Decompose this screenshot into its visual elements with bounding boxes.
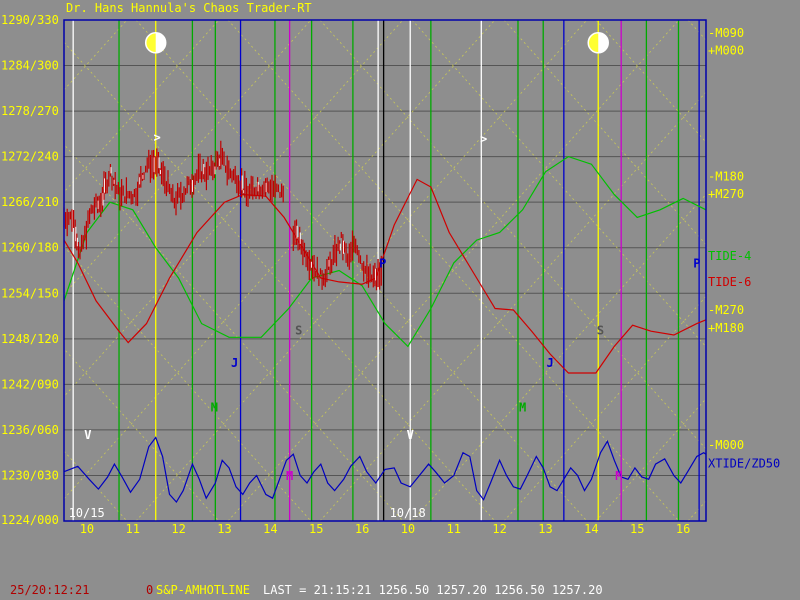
- x-tick-label: 16: [676, 522, 690, 536]
- event-marker: P: [693, 256, 700, 270]
- x-tick-label: 15: [309, 522, 323, 536]
- lattice-line: [780, 20, 800, 521]
- y-tick-label: 1260/180: [1, 241, 59, 255]
- right-label: -M090: [708, 26, 744, 40]
- lattice-line: [780, 20, 800, 521]
- x-tick-label: 15: [630, 522, 644, 536]
- right-label: +M270: [708, 187, 744, 201]
- event-marker: M: [211, 401, 218, 415]
- lattice-line: [0, 20, 35, 521]
- date-label: 10/18: [390, 506, 426, 520]
- right-label: -M270: [708, 303, 744, 317]
- x-tick-label: 14: [584, 522, 598, 536]
- event-marker: S: [597, 323, 604, 337]
- right-label: XTIDE/ZD50: [708, 456, 780, 470]
- right-label: -M180: [708, 169, 744, 183]
- event-marker: P: [379, 256, 386, 270]
- status-symbol: S&P-AMHOTLINE: [156, 583, 250, 597]
- event-marker: M: [286, 469, 293, 483]
- status-time: 25/20:12:21: [10, 583, 90, 597]
- y-tick-label: 1224/000: [1, 513, 59, 527]
- status-last-quote: LAST = 21:15:21 1256.50 1257.20 1256.50 …: [263, 583, 603, 597]
- status-zero: 0: [146, 583, 154, 597]
- plot-background: [64, 20, 706, 521]
- right-labels: -M090 +M000 -M180 +M270 TIDE-4 TIDE-6 -M270 +M1…: [708, 26, 780, 470]
- y-tick-label: 1248/120: [1, 332, 59, 346]
- event-marker: J: [231, 356, 238, 370]
- x-tick-label: 13: [217, 522, 231, 536]
- event-marker: >: [153, 130, 160, 144]
- event-marker: S: [295, 323, 302, 337]
- date-label: 10/15: [69, 506, 105, 520]
- right-label: TIDE-6: [708, 275, 751, 289]
- y-tick-label: 1272/240: [1, 150, 59, 164]
- event-marker: >: [480, 132, 487, 146]
- event-marker: M: [615, 469, 622, 483]
- x-tick-label: 14: [263, 522, 277, 536]
- x-tick-label: 12: [492, 522, 506, 536]
- x-tick-label: 11: [447, 522, 461, 536]
- chart-area: V>JMMSPV>JMMSP 1224/0001230/0301236/0601…: [0, 1, 800, 536]
- y-tick-label: 1242/090: [1, 377, 59, 391]
- x-tick-label: 11: [126, 522, 140, 536]
- x-tick-label: 10: [80, 522, 94, 536]
- y-tick-label: 1254/150: [1, 286, 59, 300]
- y-axis: 1224/000 1230/030 1236/060 1242/090 1248/120…: [1, 13, 59, 527]
- right-label: -M000: [708, 438, 744, 452]
- x-tick-label: 16: [355, 522, 369, 536]
- status-bar: 25/20:12:21 0 S&P-AMHOTLINE LAST = 21:15…: [0, 578, 800, 600]
- event-marker: J: [546, 356, 553, 370]
- y-tick-label: 1290/330: [1, 13, 59, 27]
- x-tick-label: 10: [401, 522, 415, 536]
- event-marker: V: [407, 428, 414, 442]
- y-tick-label: 1284/300: [1, 59, 59, 73]
- right-label: TIDE-4: [708, 249, 751, 263]
- event-marker: M: [519, 401, 526, 415]
- y-tick-label: 1230/030: [1, 468, 59, 482]
- y-tick-label: 1236/060: [1, 423, 59, 437]
- x-tick-label: 13: [538, 522, 552, 536]
- lattice-line: [0, 20, 35, 521]
- y-tick-label: 1278/270: [1, 104, 59, 118]
- right-label: +M180: [708, 321, 744, 335]
- right-label: +M000: [708, 43, 744, 57]
- y-tick-label: 1266/210: [1, 195, 59, 209]
- chart-title: Dr. Hans Hannula's Chaos Trader-RT: [66, 1, 312, 15]
- event-marker: V: [84, 428, 91, 442]
- x-tick-label: 12: [171, 522, 185, 536]
